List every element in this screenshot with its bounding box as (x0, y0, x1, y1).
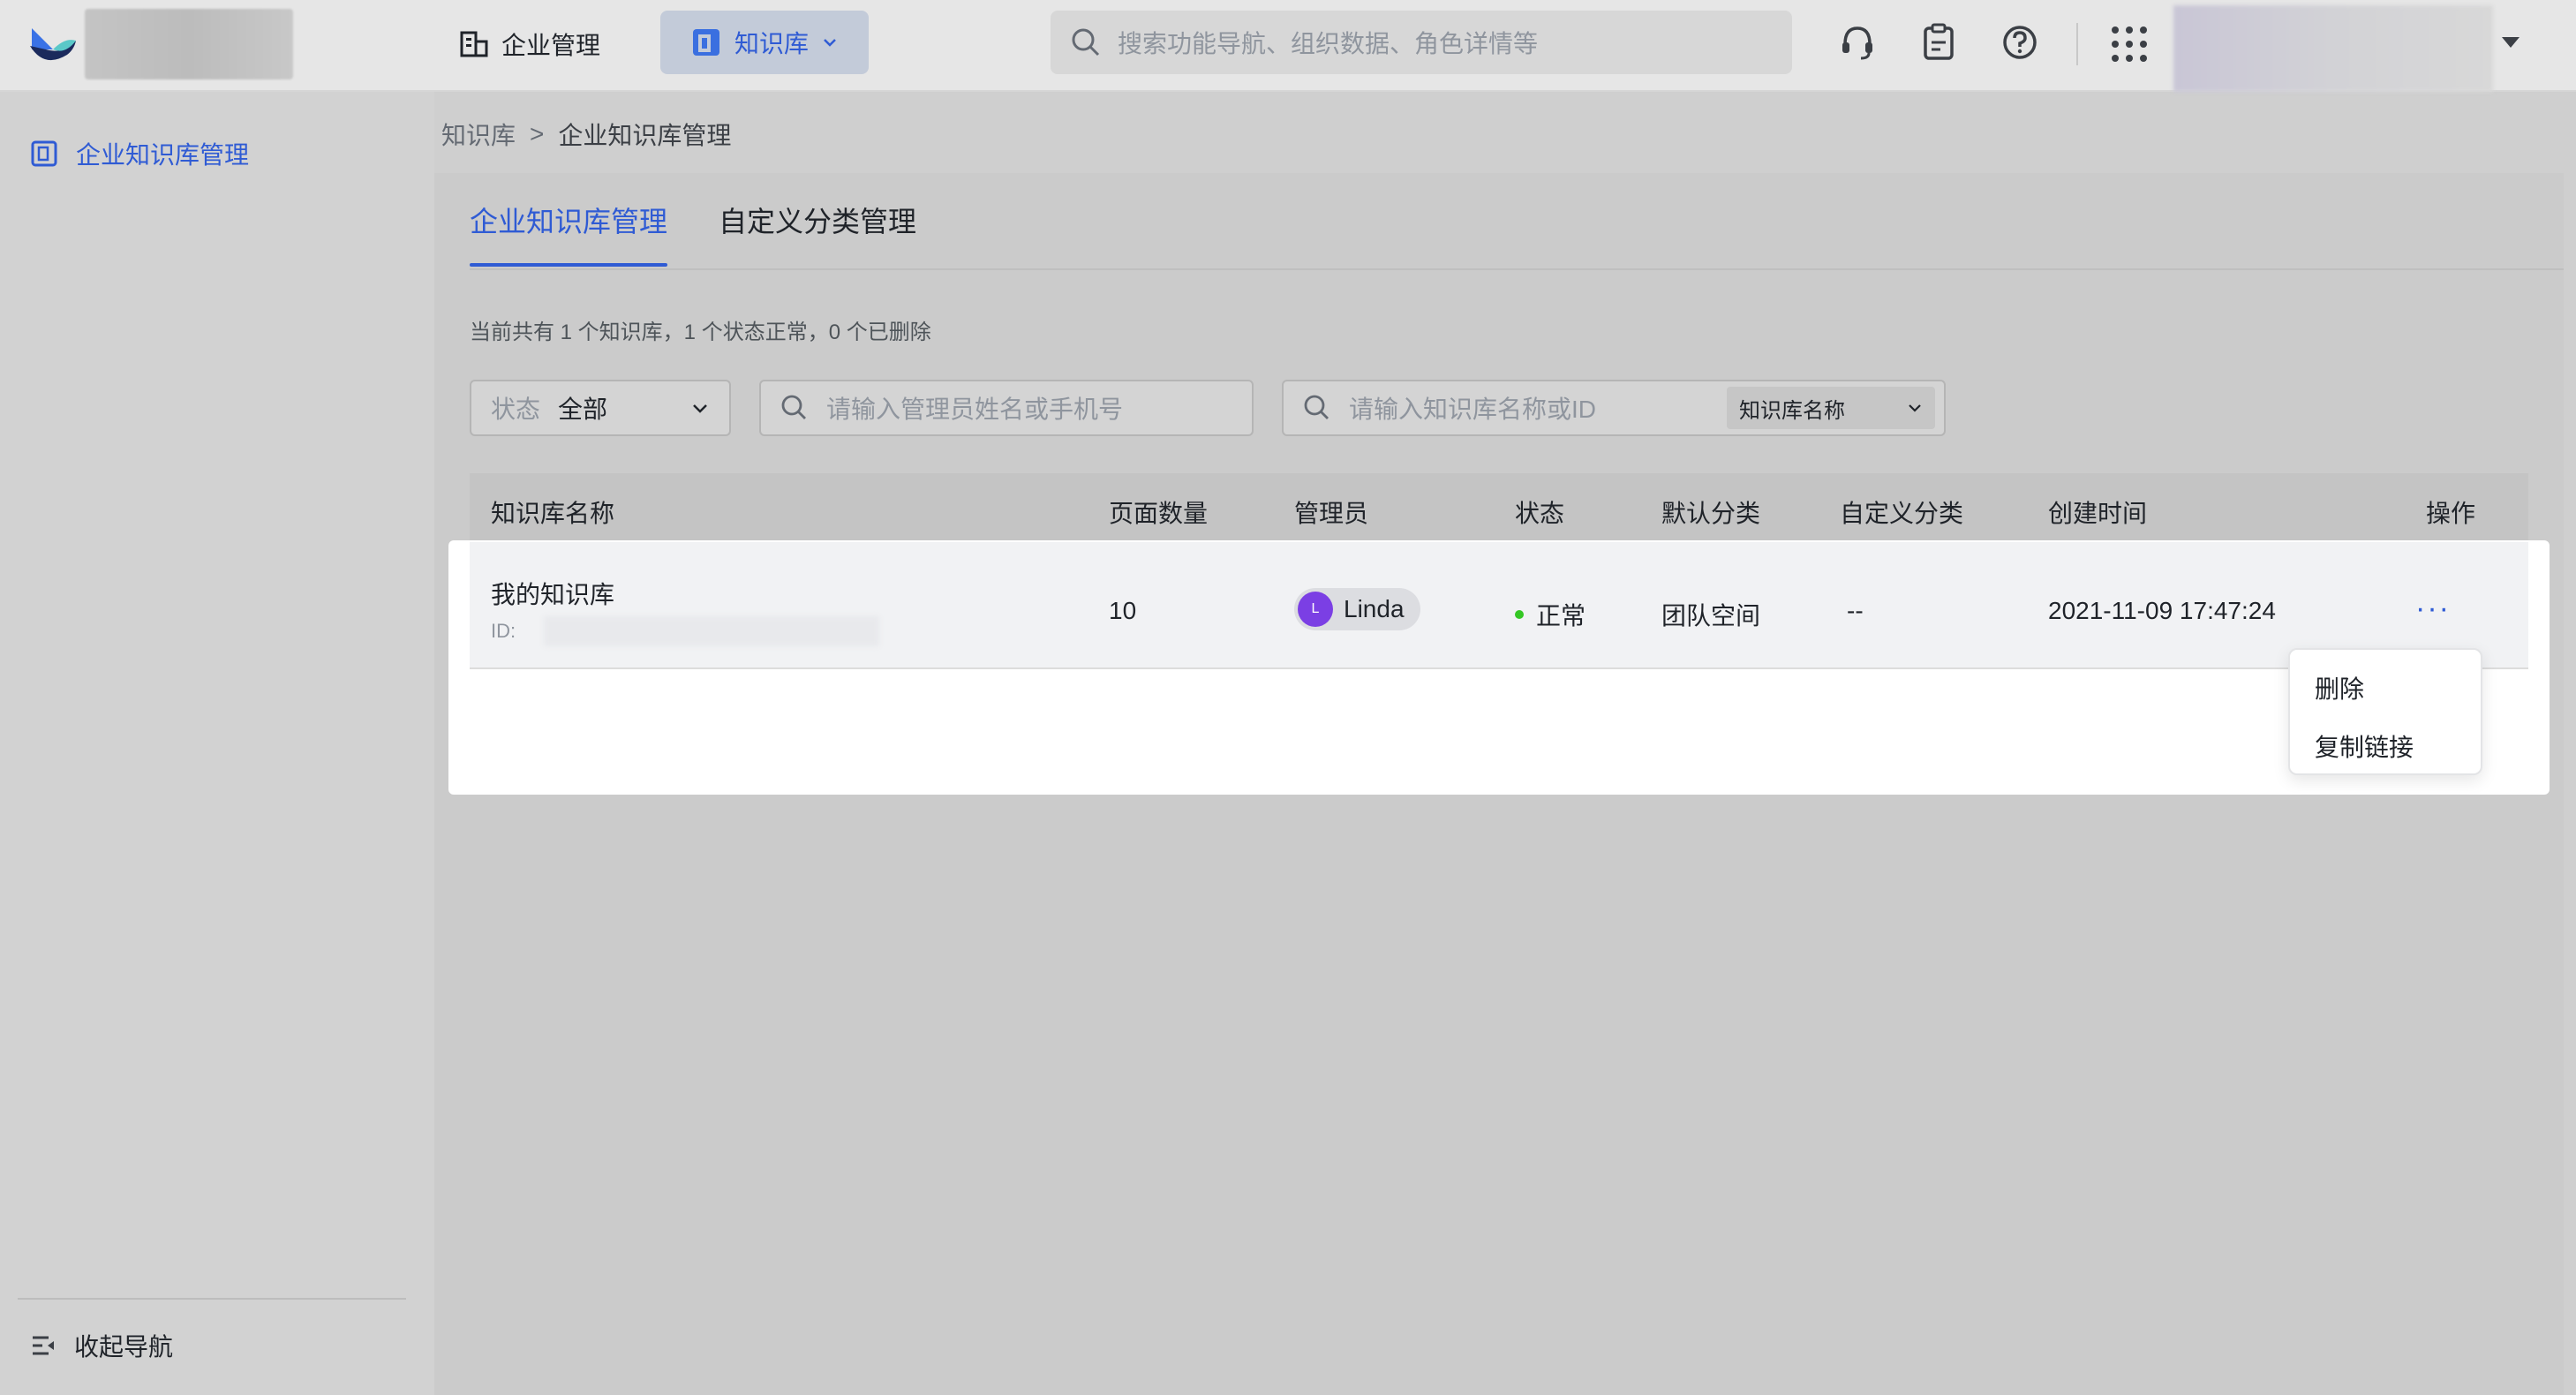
header-kb-name: 知识库名称 (491, 500, 615, 527)
nav-enterprise-label: 企业管理 (501, 32, 601, 59)
kb-id-label: ID: (491, 620, 516, 642)
sidebar-item-label: 企业知识库管理 (76, 141, 250, 169)
global-search-input[interactable]: 搜索功能导航、组织数据、角色详情等 (1051, 11, 1792, 74)
knowledge-base-icon (692, 29, 719, 56)
default-category: 团队空间 (1661, 602, 1761, 630)
sidebar: 企业知识库管理 收起导航 (0, 92, 434, 1395)
knowledge-base-outline-icon (31, 140, 57, 167)
help-icon[interactable] (1999, 19, 2041, 65)
breadcrumb-separator: > (530, 120, 545, 147)
tab-divider (470, 268, 2564, 270)
menu-item-delete[interactable]: 删除 (2290, 660, 2481, 719)
admin-search-input[interactable]: 请输入管理员姓名或手机号 (759, 380, 1254, 436)
admin-search-placeholder: 请输入管理员姓名或手机号 (826, 396, 1124, 423)
topbar-divider (2076, 23, 2078, 65)
breadcrumb: 知识库 > 企业知识库管理 (441, 117, 731, 152)
status-filter-value: 全部 (558, 396, 608, 423)
more-actions-button[interactable]: ··· (2415, 592, 2451, 626)
search-placeholder: 搜索功能导航、组织数据、角色详情等 (1118, 30, 1539, 57)
page-count: 10 (1109, 597, 1137, 624)
kb-name[interactable]: 我的知识库 (491, 576, 614, 611)
search-icon (1072, 28, 1100, 57)
admin-name: Linda (1344, 595, 1405, 622)
search-icon (781, 395, 806, 419)
tab-bar: 企业知识库管理 自定义分类管理 (470, 200, 916, 267)
menu-item-copy-link[interactable]: 复制链接 (2290, 719, 2481, 777)
created-time: 2021-11-09 17:47:24 (2048, 597, 2276, 624)
header-default-category: 默认分类 (1661, 500, 1761, 527)
building-icon (460, 31, 488, 57)
tab-custom-category[interactable]: 自定义分类管理 (719, 200, 916, 267)
chevron-down-icon (824, 39, 836, 47)
status-filter-select[interactable]: 状态 全部 (470, 380, 731, 436)
header-status: 状态 (1515, 500, 1565, 527)
kb-field-value: 知识库名称 (1739, 398, 1845, 423)
caret-down-icon[interactable] (2500, 34, 2521, 51)
summary-text: 当前共有 1 个知识库，1 个状态正常，0 个已删除 (470, 320, 931, 344)
kb-field-select[interactable]: 知识库名称 (1727, 387, 1935, 429)
table-row[interactable]: 我的知识库 ID: 10 L Linda 正常 团队空间 -- 2021-11-… (470, 542, 2528, 669)
header-admin: 管理员 (1294, 500, 1369, 527)
collapse-icon (33, 1336, 54, 1355)
breadcrumb-current: 企业知识库管理 (558, 122, 732, 149)
kb-search-placeholder: 请输入知识库名称或ID (1349, 396, 1597, 423)
sidebar-divider (18, 1298, 406, 1300)
custom-category: -- (1847, 597, 1864, 624)
header-created: 创建时间 (2048, 500, 2148, 527)
chevron-down-icon (1909, 404, 1921, 412)
sidebar-item-enterprise-kb[interactable]: 企业知识库管理 (30, 136, 249, 171)
headset-icon[interactable] (1836, 19, 1879, 65)
chevron-down-icon (693, 404, 707, 413)
collapse-nav-button[interactable]: 收起导航 (30, 1328, 173, 1363)
table-header: 知识库名称 页面数量 管理员 状态 默认分类 自定义分类 创建时间 操作 (470, 473, 2528, 546)
tab-enterprise-kb[interactable]: 企业知识库管理 (470, 200, 668, 267)
kb-id-redacted (544, 616, 879, 646)
status-dot (1515, 610, 1524, 619)
status-badge: 正常 (1515, 597, 1586, 632)
user-profile-redacted[interactable] (2173, 5, 2493, 92)
header-page-count: 页面数量 (1109, 500, 1209, 527)
status-text: 正常 (1536, 602, 1586, 630)
avatar: L (1298, 592, 1333, 627)
app-grid-icon[interactable] (2108, 23, 2150, 65)
kb-search-input[interactable]: 请输入知识库名称或ID 知识库名称 (1282, 380, 1946, 436)
collapse-nav-label: 收起导航 (74, 1333, 174, 1361)
top-bar: 企业管理 知识库 搜索功能导航、组织数据、角色详情等 (0, 0, 2576, 92)
status-filter-label: 状态 (491, 396, 541, 423)
nav-enterprise-management[interactable]: 企业管理 (452, 21, 607, 67)
organization-name-redacted (85, 9, 293, 79)
app-logo-icon[interactable] (26, 19, 78, 71)
clipboard-icon[interactable] (1917, 19, 1960, 65)
nav-knowledge-base[interactable]: 知识库 (660, 11, 869, 74)
header-custom-category: 自定义分类 (1840, 500, 1964, 527)
header-actions: 操作 (2426, 500, 2476, 527)
admin-chip: L Linda (1294, 588, 1420, 630)
nav-knowledge-label: 知识库 (734, 30, 809, 57)
breadcrumb-root[interactable]: 知识库 (441, 117, 516, 152)
row-actions-menu: 删除 复制链接 (2288, 648, 2482, 775)
search-icon (1304, 395, 1329, 419)
